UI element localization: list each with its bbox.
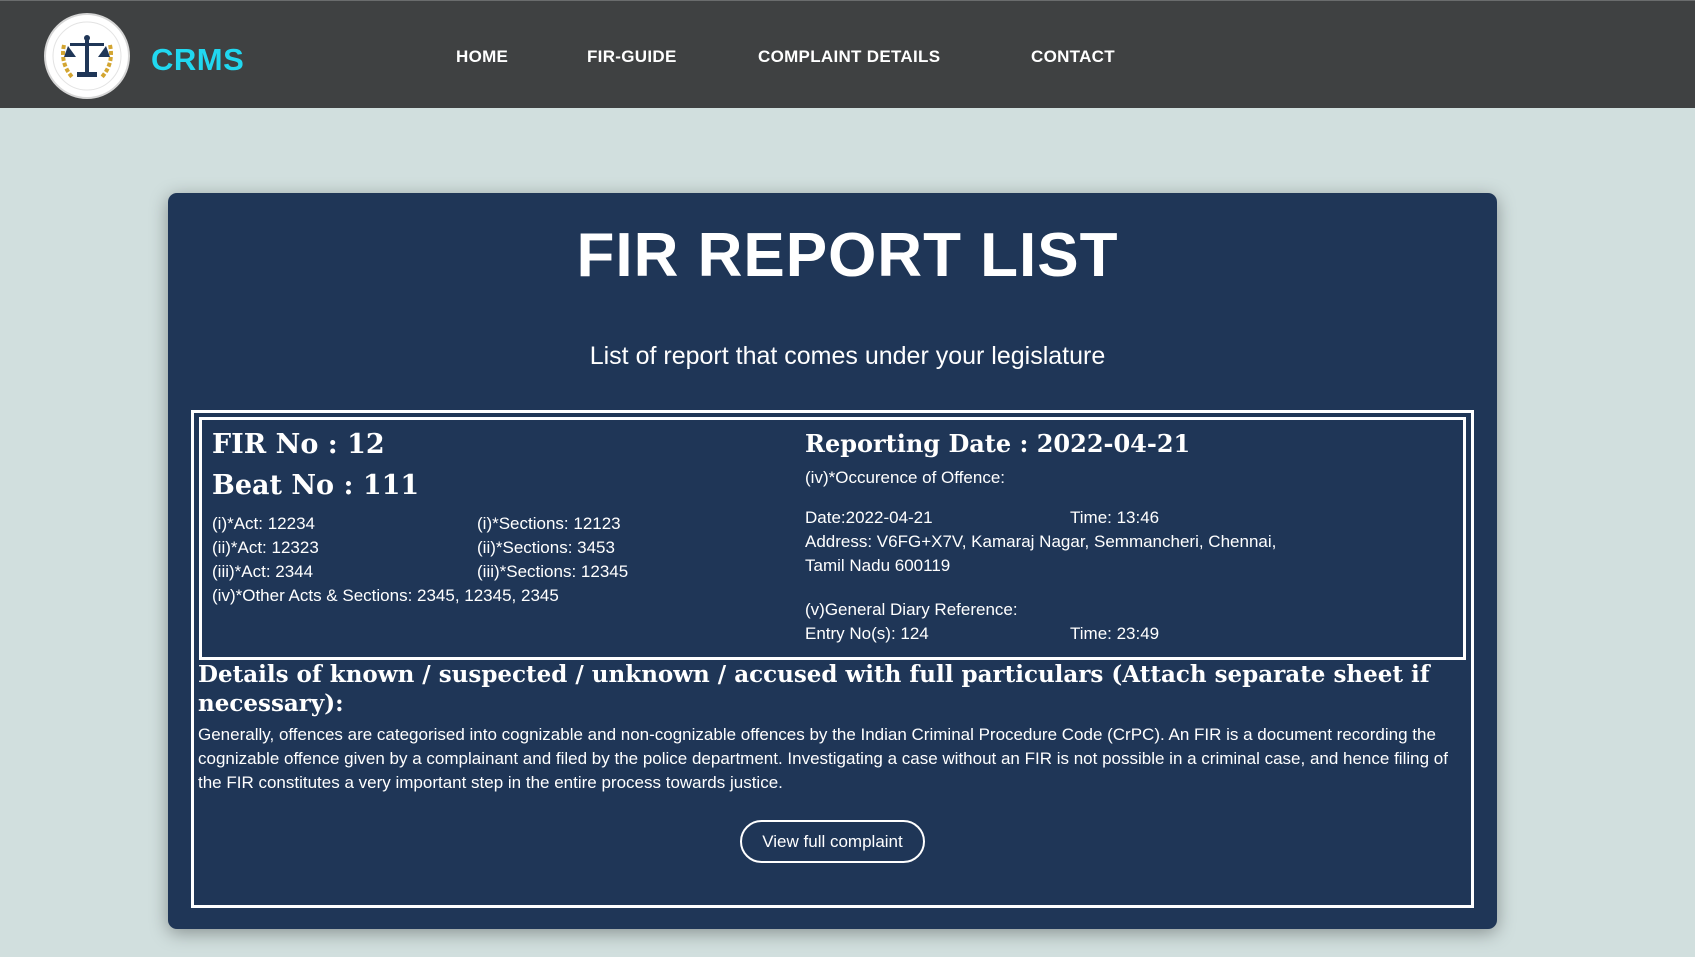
fir-number: FIR No : 12 [212, 429, 385, 460]
occurrence-time: Time: 13:46 [1070, 508, 1160, 527]
occurrence-date: Date:2022-04-21 [805, 508, 933, 527]
crms-logo[interactable] [44, 13, 130, 99]
scales-of-justice-emblem-icon [52, 21, 122, 91]
view-full-complaint-button[interactable]: View full complaint [740, 820, 925, 863]
nav-complaint-details[interactable]: COMPLAINT DETAILS [758, 47, 940, 67]
top-navbar: CRMS HOME FIR-GUIDE COMPLAINT DETAILS CO… [0, 0, 1695, 108]
reporting-date: Reporting Date : 2022-04-21 [805, 429, 1191, 458]
act-2: (ii)*Act: 12323 [212, 538, 319, 557]
nav-fir-guide[interactable]: FIR-GUIDE [587, 47, 677, 67]
general-diary-time: Time: 23:49 [1070, 624, 1160, 643]
page-title: FIR REPORT LIST [576, 221, 1119, 290]
accused-details-body: Generally, offences are categorised into… [198, 725, 1448, 792]
occurrence-label: (iv)*Occurence of Offence: [805, 468, 1005, 487]
act-3: (iii)*Act: 2344 [212, 562, 314, 581]
section-3: (iii)*Sections: 12345 [477, 562, 629, 581]
section-2: (ii)*Sections: 3453 [477, 538, 615, 557]
page-subtitle: List of report that comes under your leg… [589, 342, 1106, 370]
accused-details-heading: Details of known / suspected / unknown /… [198, 661, 1430, 717]
brand-name[interactable]: CRMS [151, 42, 244, 78]
general-diary-entry: Entry No(s): 124 [805, 624, 929, 643]
occurrence-address-line1: Address: V6FG+X7V, Kamaraj Nagar, Semman… [805, 532, 1277, 551]
occurrence-address-line2: Tamil Nadu 600119 [805, 556, 951, 575]
act-1: (i)*Act: 12234 [212, 514, 315, 533]
other-acts-sections: (iv)*Other Acts & Sections: 2345, 12345,… [212, 586, 559, 605]
nav-contact[interactable]: CONTACT [1031, 47, 1115, 67]
section-1: (i)*Sections: 12123 [477, 514, 621, 533]
beat-number: Beat No : 111 [212, 470, 420, 501]
nav-home[interactable]: HOME [456, 47, 508, 67]
general-diary-label: (v)General Diary Reference: [805, 600, 1018, 619]
